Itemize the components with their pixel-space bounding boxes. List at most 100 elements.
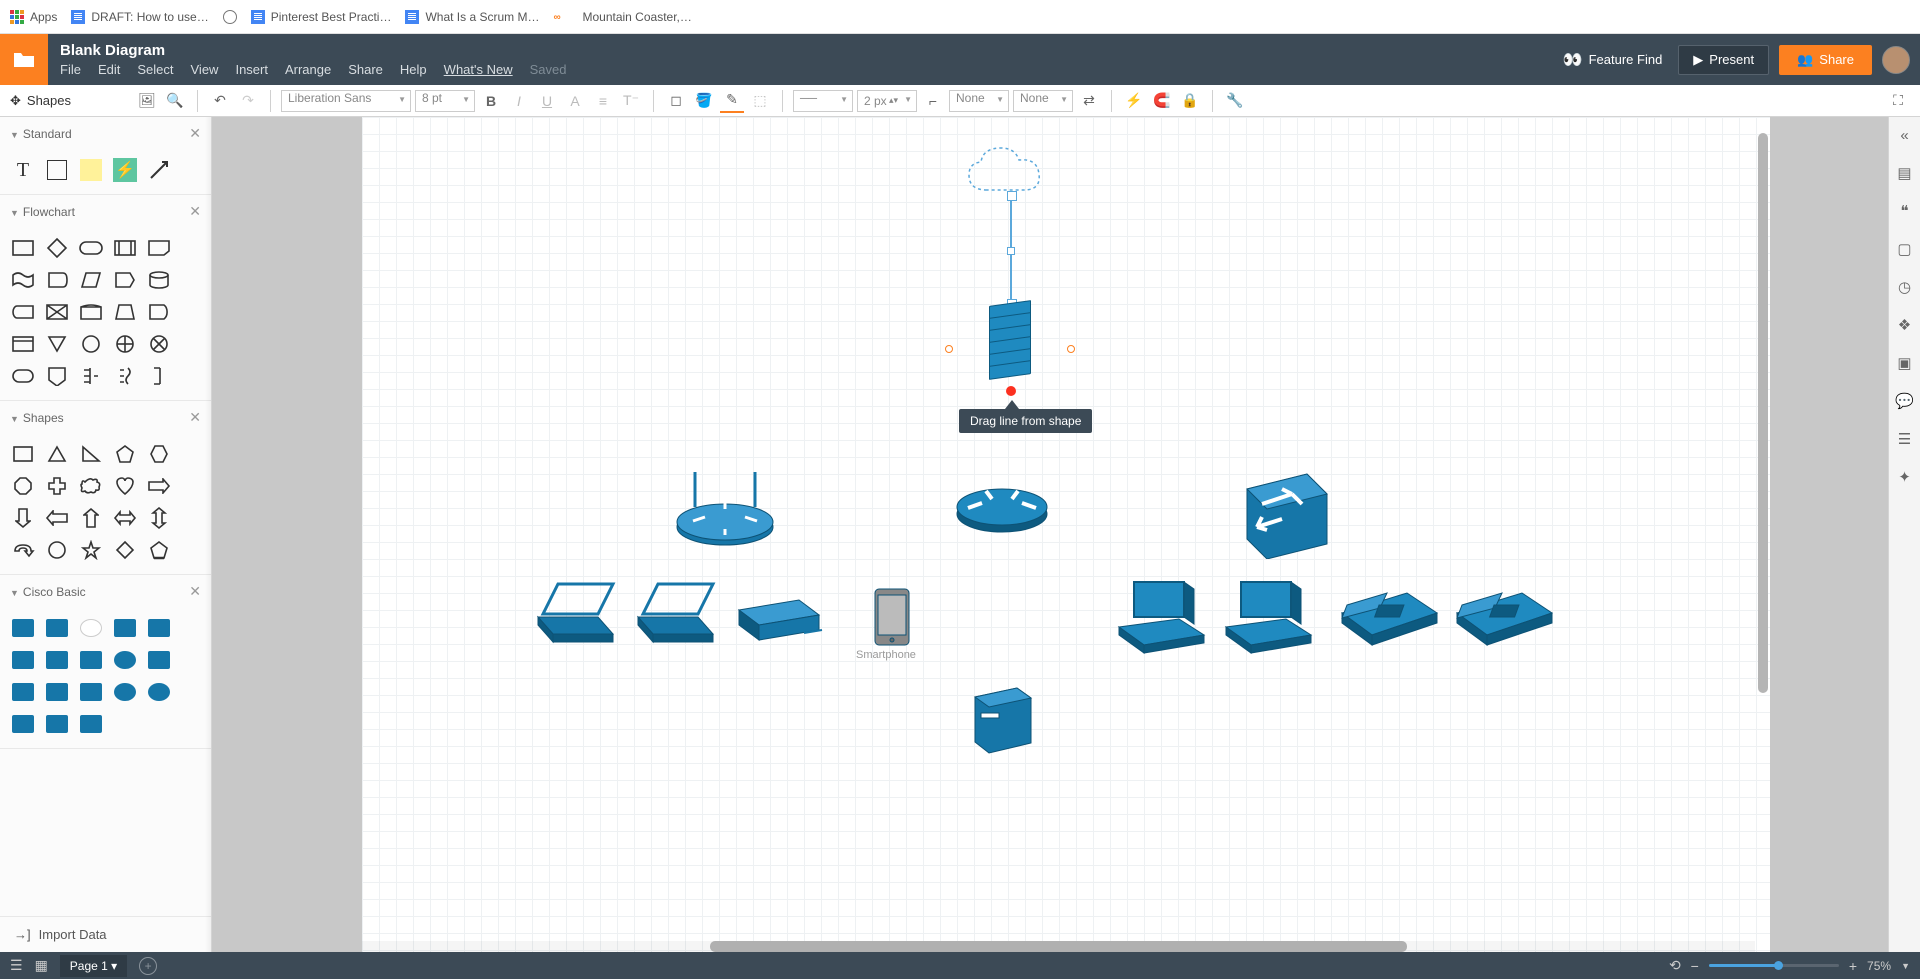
user-avatar[interactable]: [1882, 46, 1910, 74]
cisco-shape[interactable]: [110, 646, 140, 674]
line-color-button[interactable]: ✎: [720, 89, 744, 113]
menu-help[interactable]: Help: [400, 62, 427, 77]
cisco-shape[interactable]: [42, 678, 72, 706]
device-shape[interactable]: [734, 595, 824, 645]
basic-shape[interactable]: [110, 536, 140, 564]
cisco-shape[interactable]: [8, 678, 38, 706]
comments-icon[interactable]: ❝: [1895, 201, 1915, 221]
arrow-end-select[interactable]: None: [1013, 90, 1073, 112]
cisco-shape[interactable]: [144, 678, 174, 706]
section-header-standard[interactable]: ▼Standard ✕: [0, 117, 211, 150]
app-logo[interactable]: [0, 34, 48, 85]
menu-select[interactable]: Select: [137, 62, 173, 77]
flowchart-shape[interactable]: [76, 234, 106, 262]
cisco-shape[interactable]: [144, 646, 174, 674]
basic-shape[interactable]: [110, 440, 140, 468]
cisco-shape[interactable]: [8, 710, 38, 738]
cisco-shape[interactable]: [76, 678, 106, 706]
shapes-panel-toggle[interactable]: ✥ Shapes: [10, 93, 71, 109]
document-title[interactable]: Blank Diagram: [60, 42, 1557, 59]
basic-shape[interactable]: [144, 504, 174, 532]
laptop-shape[interactable]: [628, 579, 723, 649]
zoom-menu-icon[interactable]: ▼: [1901, 961, 1910, 971]
bookmark-item-4[interactable]: What Is a Scrum M…: [405, 10, 539, 24]
text-shape[interactable]: T: [8, 156, 38, 184]
close-icon[interactable]: ✕: [189, 125, 201, 142]
menu-file[interactable]: File: [60, 62, 81, 77]
present-button[interactable]: ▶ Present: [1678, 45, 1769, 75]
cisco-shape[interactable]: [144, 614, 174, 642]
bucket-icon[interactable]: 🪣: [692, 89, 716, 113]
bold-button[interactable]: B: [479, 89, 503, 113]
underline-button[interactable]: U: [535, 89, 559, 113]
flowchart-shape[interactable]: [76, 362, 106, 390]
font-size-select[interactable]: 8 pt: [415, 90, 475, 112]
bolt-icon[interactable]: ⚡: [1122, 89, 1146, 113]
page-tab[interactable]: Page 1 ▾: [60, 955, 127, 977]
basic-shape[interactable]: [8, 472, 38, 500]
text-color-button[interactable]: A: [563, 89, 587, 113]
cisco-shape[interactable]: [110, 614, 140, 642]
flowchart-shape[interactable]: [144, 362, 174, 390]
zoom-slider[interactable]: [1709, 964, 1839, 967]
desktop-shape[interactable]: [1109, 577, 1209, 657]
actions-icon[interactable]: ✦: [1895, 467, 1915, 487]
flowchart-shape[interactable]: [42, 266, 72, 294]
layers-icon[interactable]: ❖: [1895, 315, 1915, 335]
connection-point[interactable]: [1067, 345, 1075, 353]
shape-options-button[interactable]: ⬚: [748, 89, 772, 113]
server-shape[interactable]: [967, 685, 1037, 755]
menu-view[interactable]: View: [191, 62, 219, 77]
note-shape[interactable]: [76, 156, 106, 184]
flowchart-shape[interactable]: [76, 266, 106, 294]
flowchart-shape[interactable]: [8, 298, 38, 326]
image-icon[interactable]: 🖼: [135, 89, 159, 113]
flowchart-shape[interactable]: [42, 362, 72, 390]
share-button[interactable]: 👥 Share: [1779, 45, 1872, 75]
redo-button[interactable]: ↷: [236, 89, 260, 113]
menu-share[interactable]: Share: [348, 62, 383, 77]
flowchart-shape[interactable]: [110, 234, 140, 262]
flowchart-shape[interactable]: [110, 330, 140, 358]
menu-arrange[interactable]: Arrange: [285, 62, 331, 77]
zoom-in-button[interactable]: +: [1849, 958, 1857, 974]
wrench-icon[interactable]: 🔧: [1223, 89, 1247, 113]
font-select[interactable]: Liberation Sans: [281, 90, 411, 112]
collapse-dock-icon[interactable]: «: [1895, 125, 1915, 145]
close-icon[interactable]: ✕: [189, 409, 201, 426]
cisco-shape[interactable]: [76, 646, 106, 674]
flowchart-shape[interactable]: [76, 298, 106, 326]
flowchart-shape[interactable]: [144, 298, 174, 326]
sync-icon[interactable]: ⟲: [1669, 957, 1681, 974]
cisco-shape[interactable]: [8, 646, 38, 674]
bookmark-apps[interactable]: Apps: [10, 10, 57, 24]
flowchart-shape[interactable]: [110, 266, 140, 294]
italic-button[interactable]: I: [507, 89, 531, 113]
feature-find-button[interactable]: 👀 Feature Find: [1557, 50, 1669, 70]
flowchart-shape[interactable]: [76, 330, 106, 358]
basic-shape[interactable]: [42, 440, 72, 468]
close-icon[interactable]: ✕: [189, 203, 201, 220]
magnet-icon[interactable]: 🧲: [1150, 89, 1174, 113]
basic-shape[interactable]: [110, 472, 140, 500]
arrow-start-select[interactable]: None: [949, 90, 1009, 112]
cisco-shape[interactable]: [76, 614, 106, 642]
wireless-router-shape[interactable]: [670, 467, 780, 557]
flowchart-shape[interactable]: [42, 330, 72, 358]
ip-phone-shape[interactable]: [1332, 583, 1442, 653]
firewall-shape[interactable]: [989, 303, 1031, 388]
connection-point-active[interactable]: [1006, 386, 1016, 396]
undo-button[interactable]: ↶: [208, 89, 232, 113]
add-page-button[interactable]: +: [139, 957, 157, 975]
laptop-shape[interactable]: [528, 579, 623, 649]
bookmark-item-5[interactable]: ∞Mountain Coaster,…: [553, 10, 691, 24]
basic-shape[interactable]: [42, 504, 72, 532]
basic-shape[interactable]: [76, 504, 106, 532]
flowchart-shape[interactable]: [110, 298, 140, 326]
block-shape[interactable]: [42, 156, 72, 184]
master-icon[interactable]: ▣: [1895, 353, 1915, 373]
lock-icon[interactable]: 🔒: [1178, 89, 1202, 113]
line-style-select[interactable]: ──: [793, 90, 853, 112]
search-icon[interactable]: 🔍: [163, 89, 187, 113]
text-options-button[interactable]: T⁻: [619, 89, 643, 113]
